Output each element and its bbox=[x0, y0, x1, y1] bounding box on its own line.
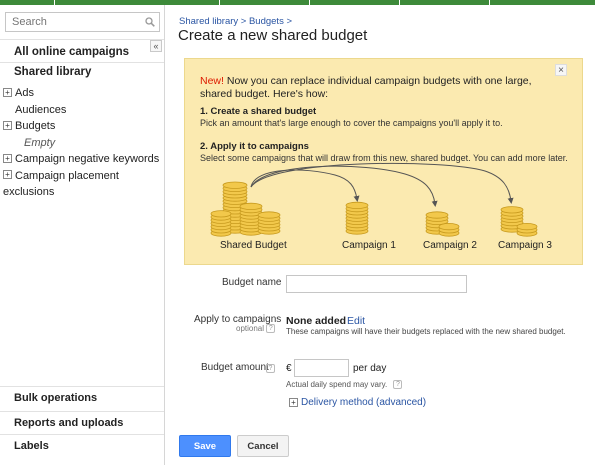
save-button[interactable]: Save bbox=[179, 435, 231, 457]
search-icon[interactable] bbox=[145, 17, 155, 27]
delivery-method-toggle[interactable]: + Delivery method (advanced) bbox=[289, 397, 426, 408]
expand-icon[interactable]: + bbox=[3, 120, 12, 130]
reports-and-uploads-link[interactable]: Reports and uploads bbox=[0, 411, 164, 434]
sidebar-item-campaign-placement-exclusions[interactable]: + Campaign placement exclusions bbox=[3, 168, 164, 198]
breadcrumb[interactable]: Shared library > Budgets > bbox=[179, 16, 292, 27]
sidebar-item-label: Budgets bbox=[15, 120, 56, 132]
per-day-label: per day bbox=[353, 363, 387, 374]
expand-icon[interactable]: + bbox=[3, 170, 12, 180]
delivery-method-link[interactable]: Delivery method (advanced) bbox=[301, 397, 426, 408]
help-icon[interactable]: ? bbox=[393, 380, 403, 390]
cancel-button[interactable]: Cancel bbox=[237, 435, 289, 457]
optional-hint: optional ? bbox=[236, 324, 276, 334]
spend-note-text: Actual daily spend may vary. bbox=[286, 380, 388, 389]
help-icon[interactable]: ? bbox=[266, 324, 276, 334]
sidebar-item-budgets[interactable]: + Budgets bbox=[3, 118, 164, 135]
sidebar-item-ads[interactable]: + Ads bbox=[3, 85, 164, 102]
arrows-group bbox=[250, 162, 514, 207]
budget-amount-label: Budget amount bbox=[201, 362, 269, 373]
illustration-source-label: Shared Budget bbox=[220, 240, 287, 251]
coin-stacks bbox=[210, 181, 538, 237]
budget-name-field[interactable] bbox=[286, 275, 467, 293]
illustration-target-label: Campaign 2 bbox=[423, 240, 477, 251]
expand-icon[interactable]: + bbox=[3, 153, 12, 163]
all-online-campaigns-link[interactable]: All online campaigns bbox=[0, 39, 164, 63]
search-input[interactable] bbox=[6, 13, 136, 31]
sidebar-item-empty[interactable]: Empty bbox=[3, 135, 164, 152]
shared-library-heading[interactable]: Shared library bbox=[14, 66, 91, 78]
sidebar-item-label: Empty bbox=[24, 136, 56, 149]
bulk-operations-link[interactable]: Bulk operations bbox=[0, 386, 164, 409]
info-panel: × New! Now you can replace individual ca… bbox=[184, 58, 583, 265]
sidebar-item-audiences[interactable]: Audiences bbox=[3, 102, 164, 119]
sidebar-item-label: Campaign negative keywords bbox=[15, 153, 160, 165]
search-box bbox=[5, 12, 160, 32]
coin bbox=[516, 223, 538, 231]
arrow-to-campaign-2 bbox=[250, 165, 438, 207]
sidebar: All online campaigns « Shared library +A… bbox=[0, 5, 165, 465]
coin bbox=[210, 210, 232, 218]
sidebar-item-label: Campaign placement exclusions bbox=[3, 169, 119, 198]
coin bbox=[222, 181, 248, 189]
apply-note: These campaigns will have their budgets … bbox=[286, 327, 566, 336]
arrow-to-campaign-1 bbox=[250, 169, 360, 202]
coin bbox=[345, 201, 369, 209]
sidebar-item-label: Audiences bbox=[15, 103, 67, 116]
top-nav-tab[interactable] bbox=[310, 0, 400, 5]
campaigns-none-added: None added bbox=[286, 315, 347, 327]
top-nav-tab[interactable] bbox=[220, 0, 310, 5]
sidebar-item-campaign-negative-keywords[interactable]: + Campaign negative keywords bbox=[3, 151, 164, 168]
page-title: Create a new shared budget bbox=[178, 27, 368, 44]
spend-note: Actual daily spend may vary. ? bbox=[286, 380, 403, 390]
expand-icon[interactable]: + bbox=[289, 397, 298, 407]
budget-amount-field[interactable] bbox=[294, 359, 349, 377]
coin bbox=[438, 223, 460, 231]
optional-text: optional bbox=[236, 324, 265, 333]
coin bbox=[257, 211, 281, 219]
labels-link[interactable]: Labels bbox=[0, 434, 164, 457]
shared-library-tree: + Ads Audiences + Budgets Empty + Campaign nega… bbox=[3, 85, 164, 198]
budget-illustration bbox=[210, 162, 538, 237]
sidebar-item-label: Ads bbox=[15, 87, 34, 99]
budget-name-label: Budget name bbox=[222, 277, 282, 288]
coin bbox=[425, 211, 449, 219]
illustration-target-label: Campaign 3 bbox=[498, 240, 552, 251]
top-nav-tab[interactable] bbox=[400, 0, 490, 5]
help-icon[interactable]: ? bbox=[266, 363, 275, 373]
coin bbox=[500, 206, 524, 214]
expand-icon[interactable]: + bbox=[3, 87, 12, 97]
illustration-target-label: Campaign 1 bbox=[342, 240, 396, 251]
edit-campaigns-link[interactable]: Edit bbox=[347, 315, 365, 327]
collapse-sidebar-icon[interactable]: « bbox=[150, 40, 162, 52]
coin bbox=[239, 202, 263, 210]
currency-symbol: € bbox=[286, 363, 292, 374]
